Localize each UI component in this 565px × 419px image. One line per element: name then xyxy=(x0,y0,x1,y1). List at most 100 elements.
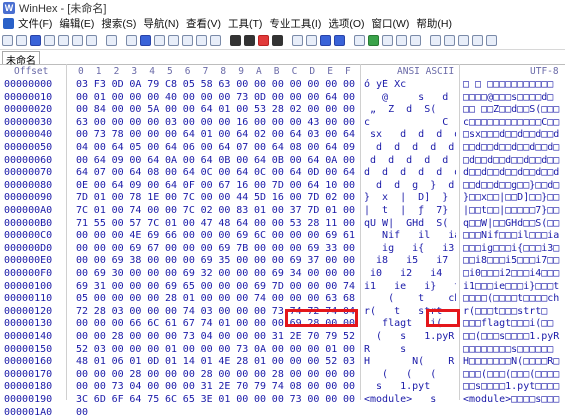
export-icon[interactable] xyxy=(85,35,97,46)
hex-row[interactable]: 00000190 3C 6D 6F 64 75 6C 65 3E 01 00 00 00 73 00 00 00… xyxy=(0,394,565,406)
hex-byte[interactable]: 64 xyxy=(129,394,145,405)
hex-byte[interactable]: 64 xyxy=(343,167,359,178)
hex-byte[interactable]: 7B xyxy=(236,243,252,254)
hex-byte[interactable]: 00 xyxy=(94,381,110,392)
utf8-text[interactable]: <module>□□□□s□□□ xyxy=(463,394,561,405)
hex-byte[interactable]: 00 xyxy=(201,281,217,292)
ascii-text[interactable]: } x | D] } xyxy=(364,192,456,203)
hex-byte[interactable]: 03 xyxy=(112,306,128,317)
hex-byte[interactable]: 07 xyxy=(236,142,252,153)
utf8-text[interactable]: q□□W|□□GHd□□S(□□ xyxy=(463,218,561,229)
hex-byte[interactable]: 00 xyxy=(307,381,323,392)
hex-byte[interactable]: 00 xyxy=(290,79,306,90)
hex-byte[interactable]: 00 xyxy=(325,129,341,140)
hex-byte[interactable]: 84 xyxy=(94,104,110,115)
hex-byte[interactable]: 73 xyxy=(236,92,252,103)
utf8-text[interactable]: }□□x□□|□□D]□□}□□ xyxy=(463,192,561,203)
hex-byte[interactable]: 00 xyxy=(307,79,323,90)
hex-byte[interactable]: 01 xyxy=(94,205,110,216)
hex-byte[interactable]: 28 xyxy=(201,369,217,380)
hex-byte[interactable]: 00 xyxy=(218,92,234,103)
hex-byte[interactable]: 47 xyxy=(201,218,217,229)
open-icon[interactable] xyxy=(15,35,27,46)
hex-byte[interactable]: 00 xyxy=(325,117,341,128)
hex-byte[interactable]: 00 xyxy=(112,369,128,380)
window-split-icon[interactable] xyxy=(471,35,483,46)
ascii-text[interactable]: sx d d d d xyxy=(364,129,456,140)
hex-byte[interactable]: 64 xyxy=(165,180,181,191)
hex-byte[interactable]: 0A xyxy=(254,344,270,355)
hex-byte[interactable]: 00 xyxy=(165,381,181,392)
hex-byte[interactable]: 0D xyxy=(147,356,163,367)
hex-row[interactable]: 00000080 0E 00 64 09 00 64 0F 00 67 16 00 7D 00 64 10 00… xyxy=(0,180,565,192)
hex-byte[interactable]: 52 xyxy=(76,344,92,355)
hex-byte[interactable]: 0B xyxy=(218,155,234,166)
ram-icon[interactable] xyxy=(367,35,379,46)
hex-byte[interactable]: 00 xyxy=(201,192,217,203)
hex-byte[interactable]: 52 xyxy=(325,356,341,367)
hex-byte[interactable]: 28 xyxy=(129,369,145,380)
hex-byte[interactable]: 7D xyxy=(272,281,288,292)
hex-byte[interactable]: 64 xyxy=(129,167,145,178)
utf8-text[interactable]: c□□□□□□□□□□□□C□□ xyxy=(463,117,561,128)
hash-icon[interactable] xyxy=(395,35,407,46)
hex-byte[interactable]: 01 xyxy=(129,356,145,367)
hex-byte[interactable]: 00 xyxy=(307,344,323,355)
hex-byte[interactable]: 00 xyxy=(76,129,92,140)
hex-byte[interactable]: 00 xyxy=(201,243,217,254)
hex-byte[interactable]: 48 xyxy=(76,356,92,367)
hex-byte[interactable]: 00 xyxy=(343,104,359,115)
hex-byte[interactable]: 00 xyxy=(218,344,234,355)
hex-byte[interactable]: 69 xyxy=(236,230,252,241)
hex-byte[interactable]: 05 xyxy=(76,293,92,304)
hex-byte[interactable]: 00 xyxy=(343,344,359,355)
hex-byte[interactable]: 00 xyxy=(290,344,306,355)
hex-byte[interactable]: 16 xyxy=(236,117,252,128)
hex-byte[interactable]: 0E xyxy=(76,180,92,191)
hex-byte[interactable]: 00 xyxy=(94,255,110,266)
hex-byte[interactable]: 11 xyxy=(325,218,341,229)
hex-byte[interactable]: 0A xyxy=(165,155,181,166)
hex-byte[interactable]: 64 xyxy=(325,92,341,103)
hex-byte[interactable]: 00 xyxy=(112,243,128,254)
hex-row[interactable]: 00000100 69 31 00 00 00 69 65 00 00 00 69 7D 00 00 00 74… xyxy=(0,281,565,293)
hex-byte[interactable]: 69 xyxy=(112,255,128,266)
hex-byte[interactable]: 00 xyxy=(76,381,92,392)
hex-byte[interactable]: 00 xyxy=(129,155,145,166)
utf8-text[interactable]: d□□d□□d□□d□□d□□d xyxy=(463,167,561,178)
utf8-text[interactable]: □□d□□d□□g□□}□□d□ xyxy=(463,180,561,191)
hex-byte[interactable]: 00 xyxy=(272,167,288,178)
hex-byte[interactable]: 00 xyxy=(94,180,110,191)
hex-byte[interactable]: 28 xyxy=(272,104,288,115)
hex-byte[interactable]: 67 xyxy=(183,318,199,329)
hex-byte[interactable]: 01 xyxy=(254,205,270,216)
hex-byte[interactable]: 00 xyxy=(147,117,163,128)
hex-row[interactable]: 000000D0 00 00 00 69 67 00 00 00 69 7B 00 00 00 69 33 00… xyxy=(0,243,565,255)
hex-byte[interactable]: 66 xyxy=(129,318,145,329)
cut-icon[interactable] xyxy=(125,35,137,46)
hex-row[interactable]: 00000120 72 28 03 00 00 00 74 03 00 00 00 73 74 72 74 04… xyxy=(0,306,565,318)
menu-item-4[interactable]: 查看(V) xyxy=(186,16,221,31)
hex-byte[interactable]: 00 xyxy=(94,243,110,254)
hex-byte[interactable]: 00 xyxy=(183,369,199,380)
hex-byte[interactable]: 00 xyxy=(76,255,92,266)
hex-byte[interactable]: 00 xyxy=(165,243,181,254)
hex-byte[interactable]: 7D xyxy=(307,205,323,216)
hex-byte[interactable]: 00 xyxy=(165,129,181,140)
hex-byte[interactable]: 00 xyxy=(76,155,92,166)
hex-byte[interactable]: 64 xyxy=(272,142,288,153)
hex-byte[interactable]: 69 xyxy=(218,243,234,254)
hex-byte[interactable]: 09 xyxy=(343,142,359,153)
hex-byte[interactable]: 01 xyxy=(325,205,341,216)
hex-byte[interactable]: 00 xyxy=(254,255,270,266)
hex-byte[interactable]: 00 xyxy=(343,218,359,229)
hex-byte[interactable]: 00 xyxy=(272,230,288,241)
paste-icon[interactable] xyxy=(153,35,165,46)
utf8-text[interactable]: H□□□□□□□N(□□□□R□ xyxy=(463,356,561,367)
hex-byte[interactable]: 7D xyxy=(272,180,288,191)
ascii-text[interactable]: ( s 1.pyR xyxy=(364,331,456,342)
hex-byte[interactable]: 0C xyxy=(201,167,217,178)
hex-byte[interactable]: 16 xyxy=(272,192,288,203)
hex-row[interactable]: 00000140 00 00 28 00 00 00 73 04 00 00 00 31 2E 70 79 52… xyxy=(0,331,565,343)
hex-byte[interactable]: 73 xyxy=(183,331,199,342)
